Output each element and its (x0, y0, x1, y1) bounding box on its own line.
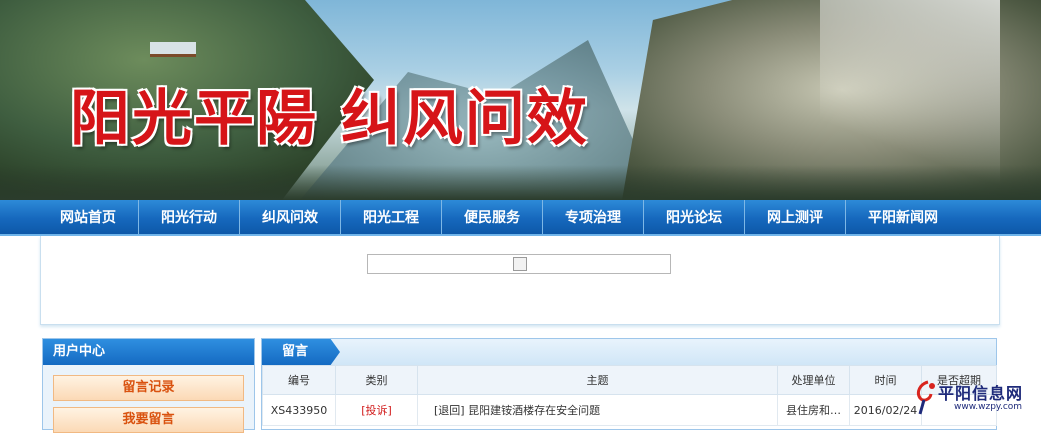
nav-item-sunshine-action[interactable]: 阳光行动 (139, 200, 240, 234)
banner-pavilion (150, 42, 196, 57)
panel-title: 留言记录 (262, 339, 340, 365)
watermark-url: www.wzpy.com (954, 402, 1023, 412)
watermark-name: 平阳信息网 (938, 384, 1024, 403)
nav-item-special-governance[interactable]: 专项治理 (543, 200, 644, 234)
records-table: 编号 类别 主题 处理单位 时间 是否超期 XS433950 [投诉] [退回]… (262, 365, 997, 426)
cell-subject-link[interactable]: [退回] 昆阳建铵酒楼存在安全问题 (417, 394, 778, 426)
ad-image-frame[interactable] (367, 254, 671, 274)
col-header-time: 时间 (849, 365, 922, 395)
nav-item-correct-wind[interactable]: 纠风问效 (240, 200, 341, 234)
nav-item-sunshine-project[interactable]: 阳光工程 (341, 200, 442, 234)
nav-item-online-evaluation[interactable]: 网上测评 (745, 200, 846, 234)
col-header-subject: 主题 (417, 365, 778, 395)
table-header-row: 编号 类别 主题 处理单位 时间 是否超期 (262, 365, 997, 395)
broken-image-icon (513, 257, 527, 271)
user-center-sidebar: 用户中心 留言记录 我要留言 (42, 338, 255, 433)
table-row[interactable]: XS433950 [投诉] [退回] 昆阳建铵酒楼存在安全问题 县住房和… 20… (262, 394, 997, 426)
nav-item-news[interactable]: 平阳新闻网 (846, 200, 960, 234)
logo-icon (916, 380, 935, 415)
message-records-panel: 留言记录 编号 类别 主题 处理单位 时间 是否超期 XS433950 [投诉]… (261, 338, 997, 430)
nav-item-home[interactable]: 网站首页 (38, 200, 139, 234)
sidebar-item-message-records[interactable]: 留言记录 (53, 375, 244, 401)
sidebar-title: 用户中心 (43, 339, 254, 365)
col-header-type: 类别 (335, 365, 418, 395)
col-header-id: 编号 (262, 365, 336, 395)
banner-title: 阳光平陽 纠风问效 (70, 84, 589, 154)
main-nav: 网站首页 阳光行动 纠风问效 阳光工程 便民服务 专项治理 阳光论坛 网上测评 … (0, 200, 1041, 236)
ad-panel (40, 236, 1000, 325)
cell-id: XS433950 (262, 394, 336, 426)
cell-unit: 县住房和… (777, 394, 850, 426)
sidebar-item-leave-message[interactable]: 我要留言 (53, 407, 244, 433)
panel-header: 留言记录 (262, 339, 996, 365)
cell-type: [投诉] (335, 394, 418, 426)
cell-time: 2016/02/24 (849, 394, 922, 426)
banner-river (0, 165, 1041, 200)
col-header-unit: 处理单位 (777, 365, 850, 395)
nav-item-convenience[interactable]: 便民服务 (442, 200, 543, 234)
header-banner: 阳光平陽 纠风问效 (0, 0, 1041, 200)
nav-item-forum[interactable]: 阳光论坛 (644, 200, 745, 234)
watermark-logo: 平阳信息网 www.wzpy.com (914, 378, 1041, 420)
